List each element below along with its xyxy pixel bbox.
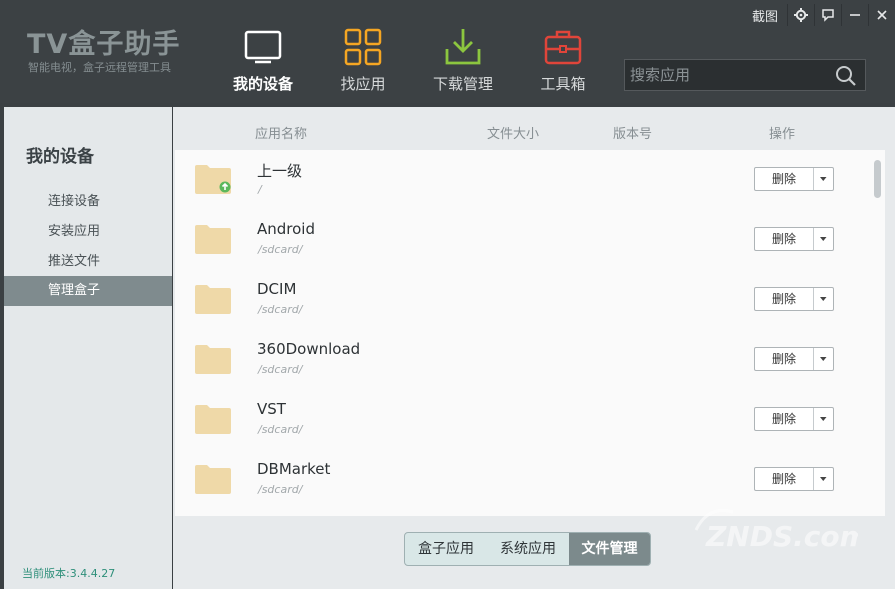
apps-grid-icon: [344, 28, 382, 66]
file-path: /sdcard/: [258, 243, 303, 256]
list-item[interactable]: 360Download /sdcard/ 删除: [175, 330, 885, 390]
list-item[interactable]: DCIM /sdcard/ 删除: [175, 270, 885, 330]
folder-icon: [195, 345, 231, 374]
sidebar-item-manage-box[interactable]: 管理盒子: [4, 276, 172, 306]
delete-button[interactable]: 删除: [754, 467, 834, 491]
close-button[interactable]: [868, 4, 895, 26]
nav-label: 下载管理: [432, 75, 493, 93]
tab-file-manager[interactable]: 文件管理: [569, 533, 650, 565]
list-scrollbar[interactable]: [874, 160, 881, 198]
delete-button-label: 删除: [755, 288, 814, 310]
chat-bubble-icon: [822, 9, 834, 22]
tab-box-apps[interactable]: 盒子应用: [405, 533, 487, 565]
top-header: TV盒子助手 智能电视，盒子远程管理工具 我的设备 找应用 下载管理 工具箱 搜…: [0, 0, 895, 103]
settings-button[interactable]: [787, 4, 814, 26]
version-label: 当前版本:3.4.4.27: [22, 567, 116, 580]
nav-label: 工具箱: [540, 75, 586, 93]
file-name: 360Download: [257, 340, 361, 358]
delete-button[interactable]: 删除: [754, 347, 834, 371]
file-path: /sdcard/: [258, 483, 303, 496]
file-name: Android: [257, 220, 315, 238]
toolbox-icon: [544, 30, 582, 65]
minimize-button[interactable]: [841, 4, 868, 26]
file-name: DCIM: [257, 280, 297, 298]
list-item[interactable]: 上一级 / 删除: [175, 150, 885, 210]
delete-button[interactable]: 删除: [754, 287, 834, 311]
chevron-down-icon[interactable]: [814, 408, 833, 430]
tv-icon: [244, 30, 282, 64]
download-icon: [445, 29, 481, 65]
close-icon: [877, 10, 887, 20]
view-tabs: 盒子应用 系统应用 文件管理: [404, 532, 651, 566]
delete-button-label: 删除: [755, 168, 814, 190]
file-name: 上一级: [257, 162, 303, 180]
file-path: /sdcard/: [258, 363, 303, 376]
list-item[interactable]: Android /sdcard/ 删除: [175, 210, 885, 270]
delete-button-label: 删除: [755, 348, 814, 370]
file-name: VST: [257, 400, 286, 418]
nav-my-devices[interactable]: 我的设备: [218, 0, 308, 103]
column-header-version: 版本号: [613, 127, 653, 142]
screenshot-button[interactable]: 截图: [747, 4, 787, 26]
column-header-name: 应用名称: [255, 127, 308, 142]
folder-up-icon: [195, 165, 231, 194]
delete-button[interactable]: 删除: [754, 407, 834, 431]
folder-icon: [195, 465, 231, 494]
feedback-button[interactable]: [814, 4, 841, 26]
chevron-down-icon[interactable]: [814, 228, 833, 250]
nav-label: 我的设备: [232, 75, 293, 93]
sidebar-item-push-file[interactable]: 推送文件: [4, 247, 172, 277]
minimize-icon: [850, 14, 860, 16]
chevron-down-icon[interactable]: [814, 288, 833, 310]
file-path: /: [258, 183, 262, 196]
sidebar-title: 我的设备: [26, 147, 94, 167]
chevron-down-icon[interactable]: [814, 168, 833, 190]
nav-toolbox[interactable]: 工具箱: [518, 0, 608, 103]
nav-label: 找应用: [340, 75, 386, 93]
column-header-size: 文件大小: [487, 127, 540, 142]
search-input[interactable]: [630, 63, 830, 87]
search-icon[interactable]: [835, 65, 857, 87]
folder-icon: [195, 405, 231, 434]
file-path: /sdcard/: [258, 423, 303, 436]
sidebar-item-connect-device[interactable]: 连接设备: [4, 187, 172, 217]
chevron-down-icon[interactable]: [814, 348, 833, 370]
sidebar-item-install-app[interactable]: 安装应用: [4, 217, 172, 247]
list-item[interactable]: VST /sdcard/ 删除: [175, 390, 885, 450]
file-path: /sdcard/: [258, 303, 303, 316]
nav-download-manager[interactable]: 下载管理: [418, 0, 508, 103]
chevron-down-icon[interactable]: [814, 468, 833, 490]
window-controls: 截图: [747, 4, 895, 26]
tab-system-apps[interactable]: 系统应用: [487, 533, 569, 565]
folder-icon: [195, 285, 231, 314]
app-logo-subtitle: 智能电视，盒子远程管理工具: [28, 61, 171, 74]
delete-button[interactable]: 删除: [754, 227, 834, 251]
delete-button-label: 删除: [755, 228, 814, 250]
nav-find-apps[interactable]: 找应用: [318, 0, 408, 103]
app-logo-title: TV盒子助手: [27, 29, 181, 60]
file-name: DBMarket: [257, 460, 331, 478]
delete-button-label: 删除: [755, 408, 814, 430]
column-header-action: 操作: [769, 127, 796, 142]
file-list: 上一级 / 删除 Android /sdcard/ 删除 DCIM /sdcar…: [175, 150, 885, 516]
sidebar: 我的设备 连接设备 安装应用 推送文件 管理盒子 当前版本:3.4.4.27: [4, 107, 172, 589]
folder-icon: [195, 225, 231, 254]
znds-watermark-logo: ZNDS.com: [694, 509, 858, 553]
svg-text:ZNDS.com: ZNDS.com: [705, 520, 858, 553]
delete-button[interactable]: 删除: [754, 167, 834, 191]
delete-button-label: 删除: [755, 468, 814, 490]
search-box: [624, 59, 866, 91]
gear-icon: [794, 8, 808, 22]
